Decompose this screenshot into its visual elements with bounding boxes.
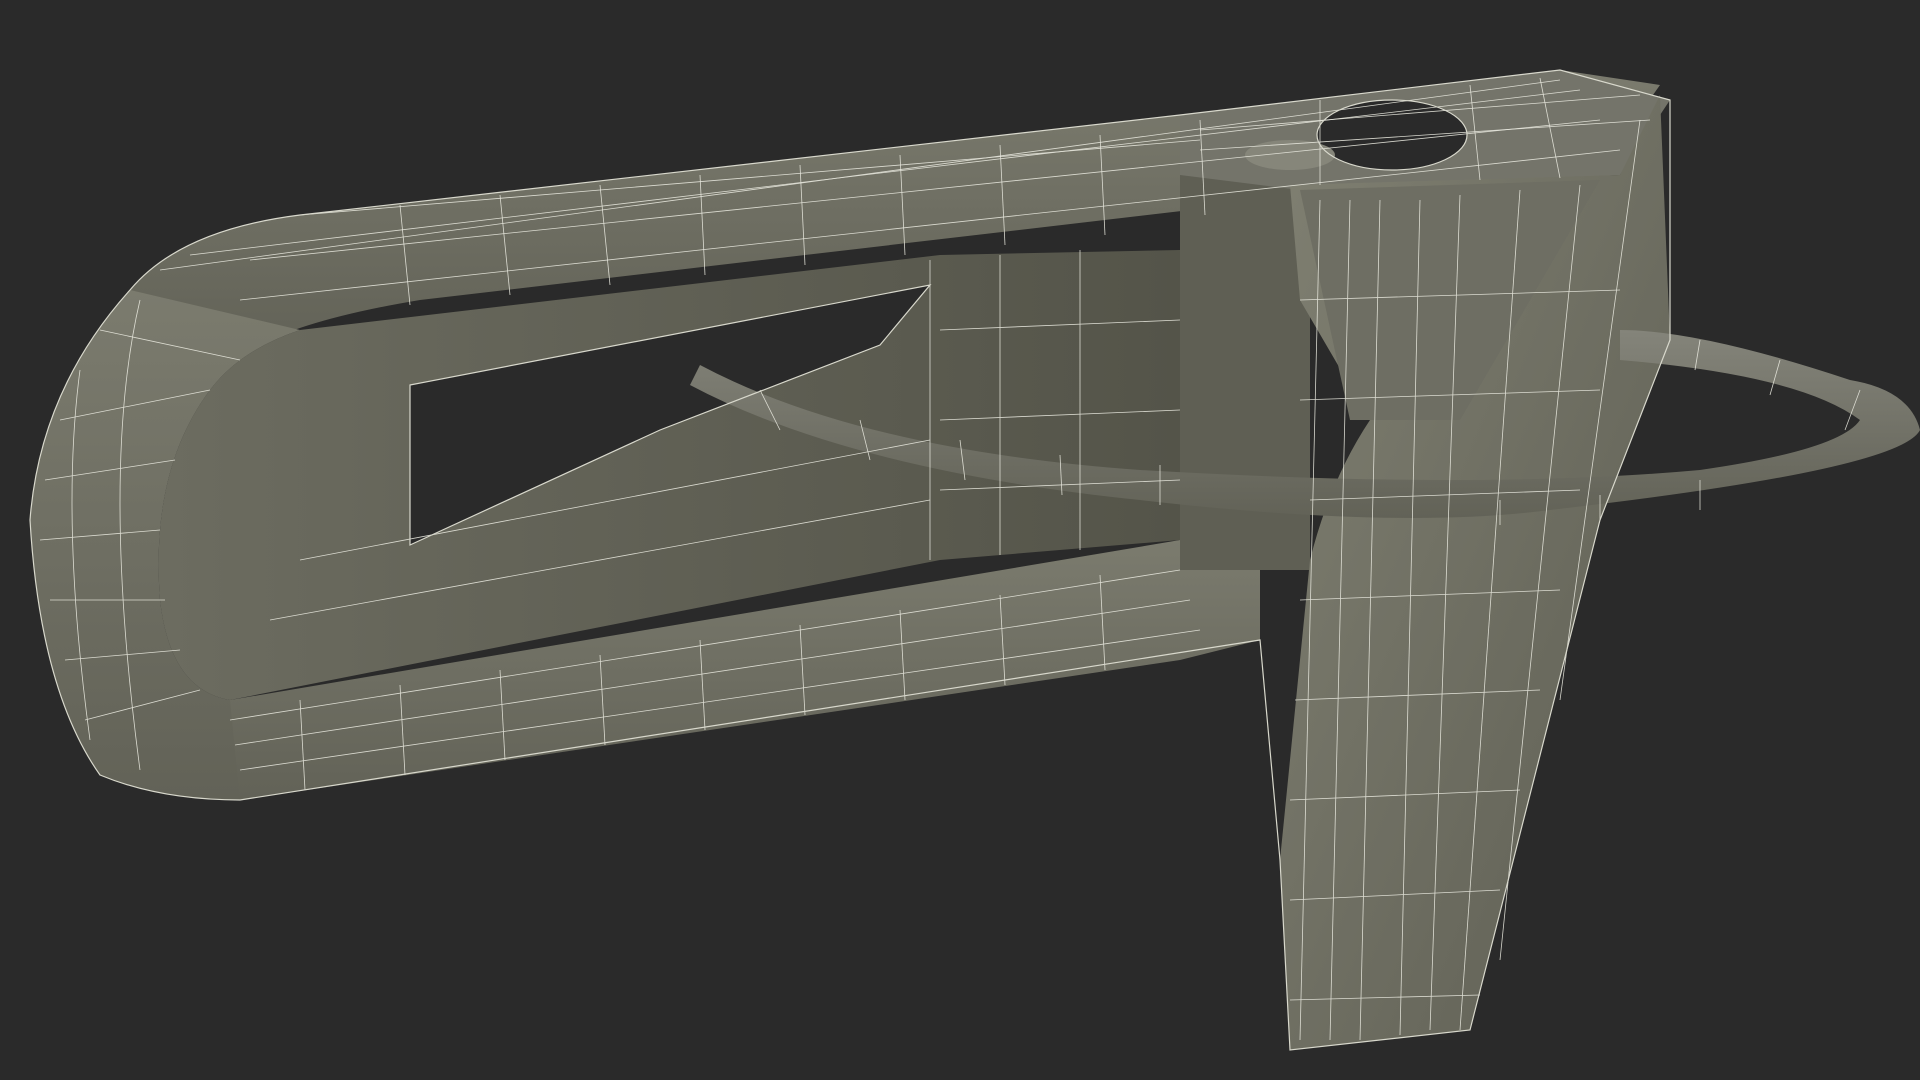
render-viewport <box>0 0 1920 1080</box>
pivot-boss <box>1245 140 1335 170</box>
wireframe-clip-model <box>29 69 1920 1051</box>
